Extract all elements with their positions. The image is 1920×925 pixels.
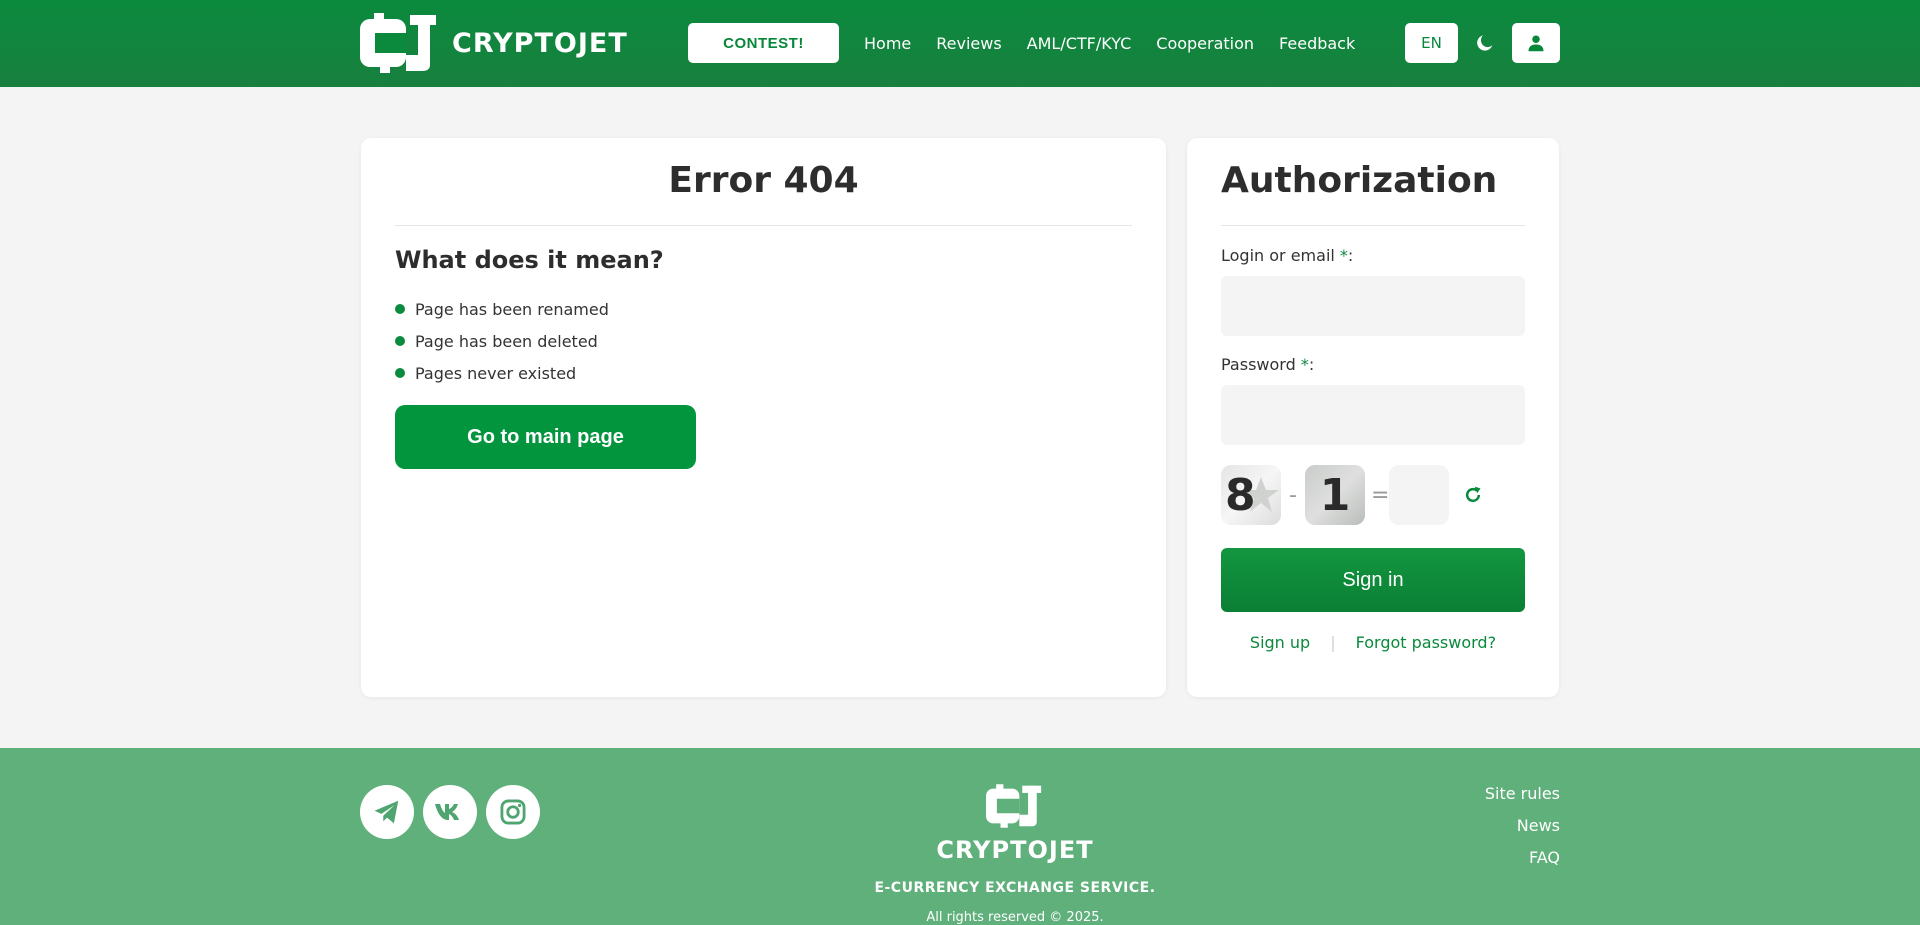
footer-link-site-rules[interactable]: Site rules xyxy=(1485,784,1560,816)
refresh-icon[interactable] xyxy=(1463,485,1483,505)
captcha-operator: - xyxy=(1289,482,1297,508)
profile-button[interactable] xyxy=(1512,23,1560,63)
footer-links: Site rules News FAQ xyxy=(1485,784,1560,880)
language-switcher[interactable]: EN xyxy=(1405,23,1458,63)
contest-button[interactable]: CONTEST! xyxy=(688,23,839,63)
footer-link-news[interactable]: News xyxy=(1485,816,1560,848)
vk-link[interactable] xyxy=(423,785,477,839)
site-footer: CRYPTOJET E-CURRENCY EXCHANGE SERVICE. A… xyxy=(0,748,1920,925)
bullet-icon xyxy=(395,368,405,378)
sign-in-button[interactable]: Sign in xyxy=(1221,548,1525,612)
error-divider xyxy=(395,225,1132,226)
nav-reviews[interactable]: Reviews xyxy=(936,34,1001,53)
social-links xyxy=(360,785,549,839)
authorization-title: Authorization xyxy=(1221,160,1498,201)
instagram-link[interactable] xyxy=(486,785,540,839)
go-to-main-page-button[interactable]: Go to main page xyxy=(395,405,696,469)
main-nav: Home Reviews AML/CTF/KYC Cooperation Fee… xyxy=(864,0,1380,87)
login-label: Login or email *: xyxy=(1221,246,1354,265)
auth-divider xyxy=(1221,225,1525,226)
site-header: CRYPTOJET CONTEST! Home Reviews AML/CTF/… xyxy=(0,0,1920,87)
authorization-card: Authorization Login or email *: Password… xyxy=(1187,138,1559,697)
vk-icon xyxy=(435,804,459,820)
password-label: Password *: xyxy=(1221,355,1315,374)
footer-tagline: E-CURRENCY EXCHANGE SERVICE. xyxy=(874,880,1156,896)
list-item: Page has been deleted xyxy=(395,325,609,357)
auth-links: Sign up | Forgot password? xyxy=(1187,633,1559,652)
nav-cooperation[interactable]: Cooperation xyxy=(1156,34,1254,53)
error-title: Error 404 xyxy=(668,160,859,201)
captcha-answer-input[interactable] xyxy=(1389,465,1449,525)
footer-link-faq[interactable]: FAQ xyxy=(1485,848,1560,880)
user-icon xyxy=(1528,35,1544,52)
login-email-input[interactable] xyxy=(1221,276,1525,336)
captcha-equals: = xyxy=(1371,482,1390,508)
telegram-icon xyxy=(374,800,399,824)
cryptojet-logo-icon xyxy=(986,784,1042,828)
nav-aml-ctf-kyc[interactable]: AML/CTF/KYC xyxy=(1027,34,1132,53)
captcha: 8 - 1 = xyxy=(1221,465,1483,525)
nav-home[interactable]: Home xyxy=(864,34,911,53)
moon-icon[interactable] xyxy=(1474,32,1496,54)
forgot-password-link[interactable]: Forgot password? xyxy=(1356,633,1496,652)
cryptojet-logo-icon xyxy=(360,13,436,73)
captcha-digit-a: 8 xyxy=(1221,465,1281,525)
error-card: Error 404 What does it mean? Page has be… xyxy=(361,138,1166,697)
footer-logo[interactable]: CRYPTOJET xyxy=(920,784,1110,864)
password-input[interactable] xyxy=(1221,385,1525,445)
list-item: Pages never existed xyxy=(395,357,609,389)
bullet-icon xyxy=(395,304,405,314)
instagram-icon xyxy=(500,799,526,825)
captcha-digit-b: 1 xyxy=(1305,465,1365,525)
error-subtitle: What does it mean? xyxy=(395,246,664,274)
footer-copyright: All rights reserved © 2025. xyxy=(926,910,1104,925)
sign-up-link[interactable]: Sign up xyxy=(1250,633,1310,652)
brand-name: CRYPTOJET xyxy=(452,27,628,59)
error-reasons-list: Page has been renamed Page has been dele… xyxy=(395,293,609,389)
list-item: Page has been renamed xyxy=(395,293,609,325)
nav-feedback[interactable]: Feedback xyxy=(1279,34,1355,53)
telegram-link[interactable] xyxy=(360,785,414,839)
logo[interactable]: CRYPTOJET xyxy=(360,13,628,73)
bullet-icon xyxy=(395,336,405,346)
footer-brand-name: CRYPTOJET xyxy=(936,836,1094,864)
link-separator: | xyxy=(1330,633,1336,652)
